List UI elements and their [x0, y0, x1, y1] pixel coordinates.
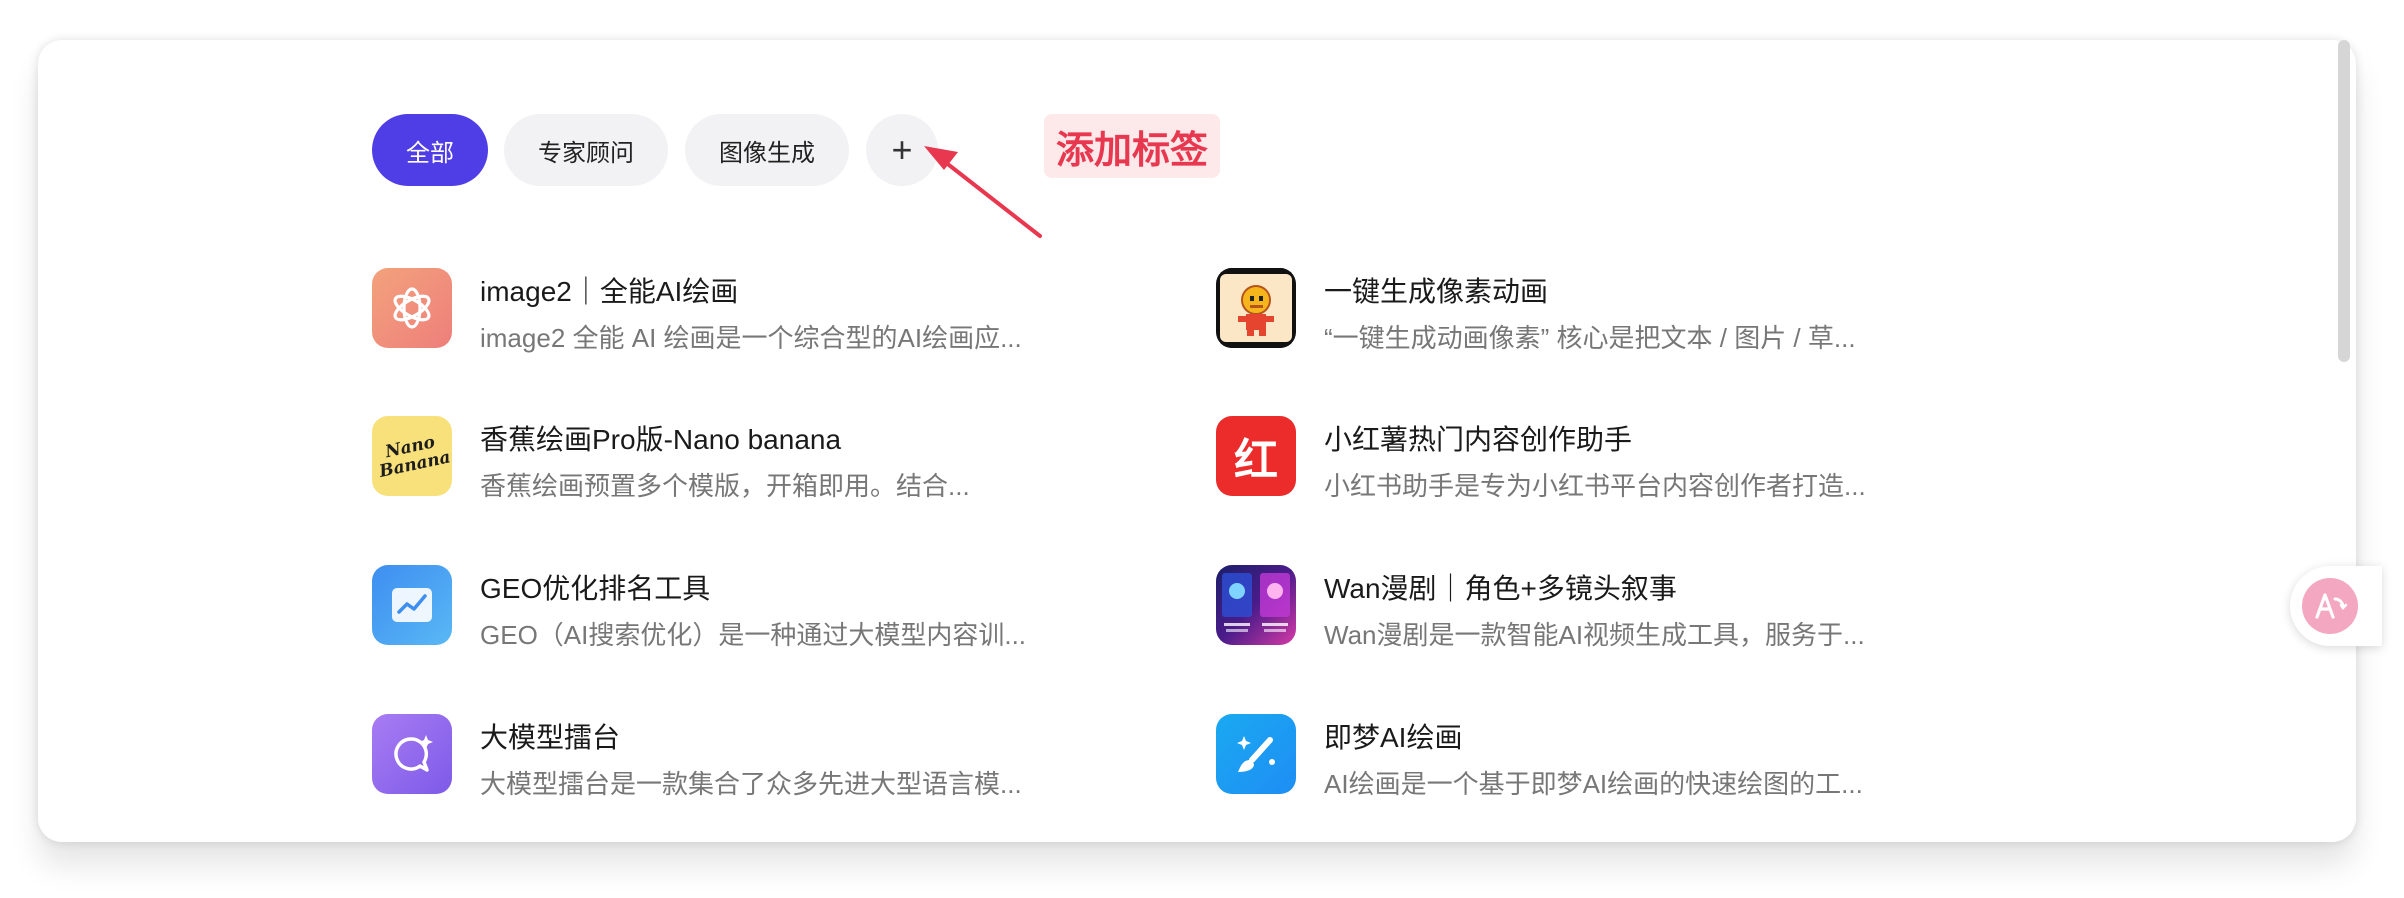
- nano-banana-icon: Nano Banana: [372, 416, 452, 496]
- chat-sparkle-icon: [372, 714, 452, 794]
- list-item-wan-comic[interactable]: Wan漫剧｜角色+多镜头叙事 Wan漫剧是一款智能AI视频生成工具，服务于...: [1216, 565, 1936, 650]
- item-title: 小红薯热门内容创作助手: [1324, 424, 1633, 455]
- chart-trend-icon: [372, 565, 452, 645]
- item-description: Wan漫剧是一款智能AI视频生成工具，服务于...: [1324, 620, 1865, 650]
- list-item-llm-arena[interactable]: 大模型擂台 大模型擂台是一款集合了众多先进大型语言模...: [372, 714, 1092, 799]
- item-description: 香蕉绘画预置多个模版，开箱即用。结合...: [480, 471, 970, 501]
- item-description: GEO（AI搜索优化）是一种通过大模型内容训...: [480, 620, 1027, 650]
- translate-icon: [2302, 578, 2358, 634]
- list-item-image2[interactable]: image2｜全能AI绘画 image2 全能 AI 绘画是一个综合型的AI绘画…: [372, 268, 1092, 353]
- list-item-pixel-animation[interactable]: 一键生成像素动画 “一键生成动画像素” 核心是把文本 / 图片 / 草...: [1216, 268, 1936, 353]
- paintbrush-sparkle-icon: [1216, 714, 1296, 794]
- list-item-xiaohongshu[interactable]: 红 小红薯热门内容创作助手 小红书助手是专为小红书平台内容创作者打造...: [1216, 416, 1936, 501]
- list-item-geo[interactable]: GEO优化排名工具 GEO（AI搜索优化）是一种通过大模型内容训...: [372, 565, 1092, 650]
- item-description: 大模型擂台是一款集合了众多先进大型语言模...: [480, 769, 1022, 799]
- pixel-character-icon: [1216, 268, 1296, 348]
- item-title: GEO优化排名工具: [480, 573, 711, 604]
- item-title: 一键生成像素动画: [1324, 276, 1549, 307]
- xiaohongshu-icon: 红: [1216, 416, 1296, 496]
- item-title: 香蕉绘画Pro版-Nano banana: [480, 424, 842, 455]
- item-description: AI绘画是一个基于即梦AI绘画的快速绘图的工...: [1324, 769, 1863, 799]
- item-description: 小红书助手是专为小红书平台内容创作者打造...: [1324, 471, 1866, 501]
- nano-banana-logo-text: Nano Banana: [377, 432, 452, 482]
- item-title: 即梦AI绘画: [1324, 722, 1463, 753]
- wan-comic-icon: [1216, 565, 1296, 645]
- item-title: image2｜全能AI绘画: [480, 276, 739, 307]
- item-title: Wan漫剧｜角色+多镜头叙事: [1324, 573, 1677, 604]
- item-description: image2 全能 AI 绘画是一个综合型的AI绘画应...: [480, 323, 1022, 353]
- list-item-nano-banana[interactable]: Nano Banana 香蕉绘画Pro版-Nano banana 香蕉绘画预置多…: [372, 416, 1092, 501]
- list-item-jimeng-ai[interactable]: 即梦AI绘画 AI绘画是一个基于即梦AI绘画的快速绘图的工...: [1216, 714, 1936, 799]
- openai-logo-icon: [372, 268, 452, 348]
- item-title: 大模型擂台: [480, 722, 621, 753]
- annotation-arrow-icon: [924, 146, 1042, 238]
- item-description: “一键生成动画像素” 核心是把文本 / 图片 / 草...: [1324, 323, 1856, 353]
- xiaohongshu-logo-text: 红: [1234, 436, 1278, 485]
- translate-float-button[interactable]: [2290, 566, 2382, 646]
